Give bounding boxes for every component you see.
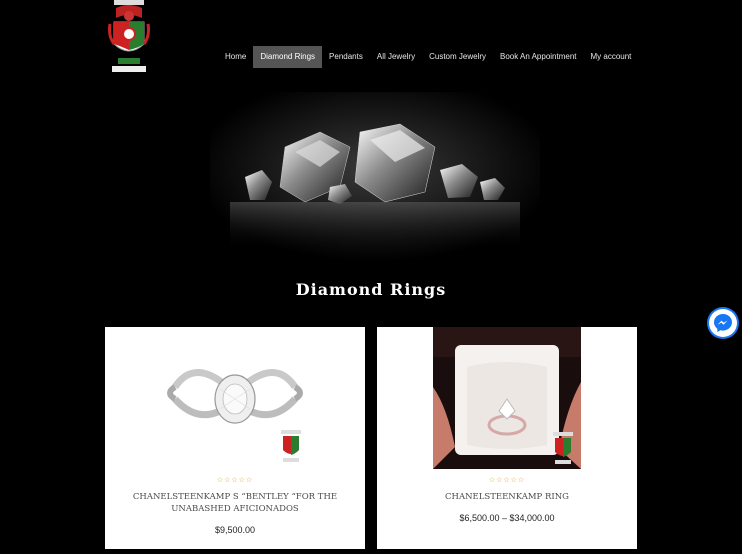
nav-custom-jewelry[interactable]: Custom Jewelry <box>422 46 493 68</box>
product-card[interactable]: ☆☆☆☆☆ CHANELSTEENKAMP RING $6,500.00 – $… <box>377 327 637 549</box>
nav-all-jewelry[interactable]: All Jewelry <box>370 46 422 68</box>
nav-diamond-rings[interactable]: Diamond Rings <box>253 46 323 68</box>
messenger-icon <box>714 314 732 332</box>
page: Home Diamond Rings Pendants All Jewelry … <box>0 0 742 554</box>
rating-stars: ☆☆☆☆☆ <box>488 477 526 484</box>
product-image[interactable] <box>377 327 637 472</box>
product-name[interactable]: CHANELSTEENKAMP S “BENTLEY “FOR THE UNAB… <box>125 491 345 515</box>
rating-stars: ☆☆☆☆☆ <box>216 477 254 484</box>
product-image[interactable] <box>105 327 365 472</box>
product-price: $9,500.00 <box>214 525 256 535</box>
main-nav: Home Diamond Rings Pendants All Jewelry … <box>218 46 638 68</box>
hero-diamonds-image <box>210 92 540 262</box>
product-name[interactable]: CHANELSTEENKAMP RING <box>397 491 617 503</box>
nav-my-account[interactable]: My account <box>584 46 639 68</box>
messenger-chat-button[interactable] <box>707 307 739 339</box>
product-price: $6,500.00 – $34,000.00 <box>459 513 555 523</box>
product-card[interactable]: ☆☆☆☆☆ CHANELSTEENKAMP S “BENTLEY “FOR TH… <box>105 327 365 549</box>
nav-home[interactable]: Home <box>218 46 253 68</box>
site-logo[interactable] <box>108 0 150 74</box>
nav-book-appointment[interactable]: Book An Appointment <box>493 46 584 68</box>
nav-pendants[interactable]: Pendants <box>322 46 370 68</box>
page-title: Diamond Rings <box>295 280 447 299</box>
